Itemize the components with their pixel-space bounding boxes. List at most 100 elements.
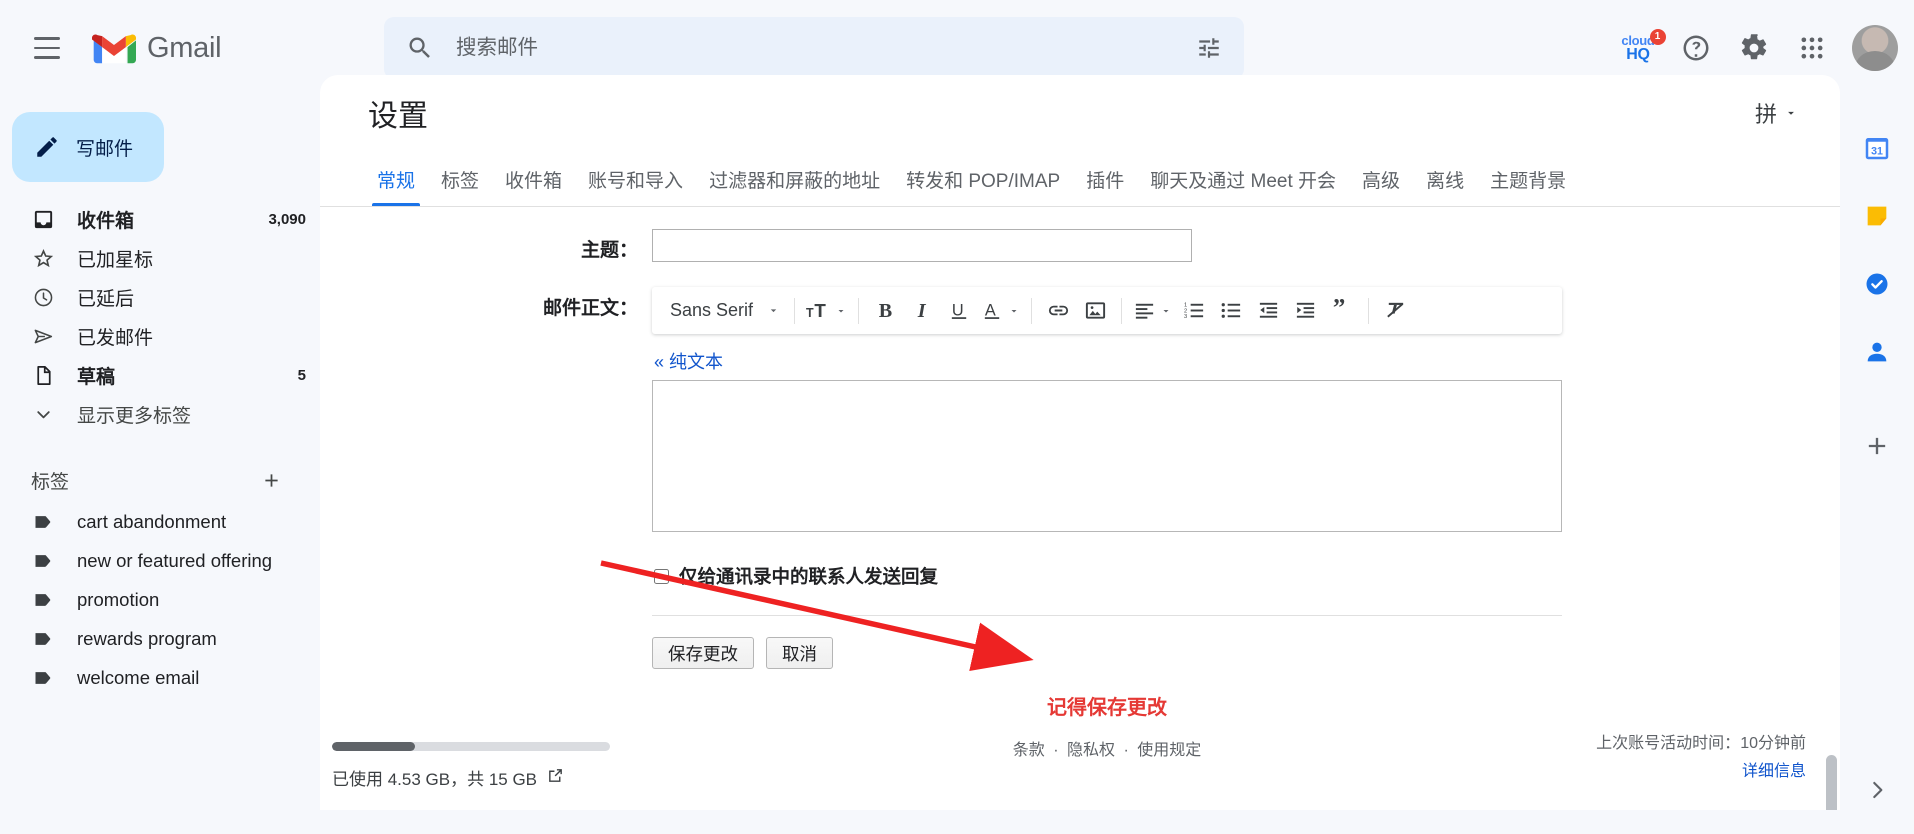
tab-general[interactable]: 常规 [364, 166, 428, 206]
rail-expand-button[interactable] [1855, 768, 1899, 812]
sidebar-item-drafts[interactable]: 草稿 5 [0, 356, 320, 395]
sidebar-label-item[interactable]: welcome email [0, 658, 320, 697]
sidebar-label-item[interactable]: promotion [0, 580, 320, 619]
compose-button[interactable]: 写邮件 [12, 112, 164, 182]
formatting-toolbar: Sans Serif T T B I U A 1 2 3 ” [652, 287, 1562, 334]
sidebar-item-inbox[interactable]: 收件箱 3,090 [0, 200, 320, 239]
cloudhq-button[interactable]: cloud HQ 1 [1611, 21, 1666, 75]
sidebar-item-starred[interactable]: 已加星标 [0, 239, 320, 278]
tab-forwarding-pop-imap[interactable]: 转发和 POP/IMAP [893, 166, 1073, 206]
italic-button[interactable]: I [904, 293, 940, 329]
sidebar-label-item[interactable]: new or featured offering [0, 541, 320, 580]
text-color-icon: A [984, 301, 1000, 319]
tab-labels[interactable]: 标签 [428, 166, 492, 206]
text-color-button[interactable]: A [978, 293, 1023, 329]
form-divider [652, 615, 1562, 616]
remove-formatting-button[interactable] [1377, 293, 1413, 329]
toolbar-divider [1368, 297, 1370, 324]
insert-image-button[interactable] [1077, 293, 1113, 329]
indent-less-button[interactable] [1250, 293, 1286, 329]
contacts-only-checkbox[interactable] [654, 568, 669, 584]
input-language-toggle[interactable]: 拼 [1747, 91, 1806, 135]
activity-details-link[interactable]: 详细信息 [1596, 758, 1806, 786]
sidebar-item-more-labels[interactable]: 显示更多标签 [0, 395, 320, 434]
help-button[interactable] [1669, 21, 1723, 75]
rail-add-button[interactable] [1855, 424, 1899, 468]
manage-storage-button[interactable] [547, 767, 564, 789]
message-body-label: 邮件正文： [542, 298, 638, 319]
contacts-only-label[interactable]: 仅给通讯录中的联系人发送回复 [679, 563, 938, 589]
policies-link[interactable]: 使用规定 [1137, 742, 1201, 759]
label-tag-icon [31, 588, 55, 612]
cancel-button[interactable]: 取消 [766, 637, 833, 669]
cloudhq-icon: cloud HQ 1 [1621, 28, 1666, 63]
plain-text-link[interactable]: « 纯文本 [654, 348, 723, 374]
tab-accounts-import[interactable]: 账号和导入 [575, 166, 696, 206]
message-body-row: 邮件正文： Sans Serif T T B I U A 1 2 3 ” « 纯… [320, 287, 1840, 760]
chevron-down-icon [838, 309, 844, 312]
tab-advanced[interactable]: 高级 [1349, 166, 1413, 206]
font-family-select[interactable]: Sans Serif [661, 293, 786, 329]
send-icon [31, 325, 55, 349]
tab-inbox[interactable]: 收件箱 [492, 166, 575, 206]
svg-text:U: U [951, 301, 963, 319]
rail-item-keep[interactable] [1855, 194, 1899, 238]
tab-addons[interactable]: 插件 [1073, 166, 1137, 206]
rail-item-contacts[interactable] [1855, 330, 1899, 374]
sidebar-item-label: 草稿 [77, 367, 116, 388]
settings-header: 设置 拼 [320, 75, 1840, 151]
subject-input[interactable] [652, 229, 1192, 262]
align-button[interactable] [1130, 293, 1175, 329]
search-options-button[interactable] [1186, 25, 1232, 71]
rail-item-tasks[interactable] [1855, 262, 1899, 306]
search-input[interactable] [456, 36, 1186, 60]
quote-button[interactable]: ” [1324, 293, 1360, 329]
storage-bar-fill [332, 742, 416, 751]
sidebar-item-snoozed[interactable]: 已延后 [0, 278, 320, 317]
inbox-icon [31, 208, 55, 232]
tab-chat-meet[interactable]: 聊天及通过 Meet 开会 [1137, 166, 1349, 206]
terms-link[interactable]: 条款 [1013, 742, 1045, 759]
avatar[interactable] [1852, 25, 1898, 71]
activity-label: 上次账号活动时间： [1596, 735, 1741, 752]
font-size-icon: T T [806, 300, 826, 321]
sidebar-item-label: 已加星标 [77, 250, 154, 271]
chevron-down-icon [770, 309, 777, 313]
settings-button[interactable] [1727, 21, 1781, 75]
gmail-logo-link[interactable]: Gmail [92, 31, 222, 65]
privacy-link[interactable]: 隐私权 [1067, 742, 1115, 759]
input-language-label: 拼 [1754, 102, 1777, 127]
numbered-list-icon: 123 [1184, 303, 1203, 320]
rich-text-editor: Sans Serif T T B I U A 1 2 3 ” « 纯文本 仅给通… [652, 287, 1562, 760]
gmail-logo-icon [92, 34, 136, 64]
bold-button[interactable]: B [867, 293, 903, 329]
add-label-button[interactable] [256, 465, 286, 495]
bulleted-list-button[interactable] [1213, 293, 1249, 329]
content-scrollbar-thumb[interactable] [1826, 755, 1837, 810]
message-body-input[interactable] [652, 380, 1562, 532]
activity-value: 10分钟前 [1740, 735, 1806, 752]
rail-item-calendar[interactable]: 31 [1855, 126, 1899, 170]
label-name: welcome email [77, 666, 200, 688]
sidebar-label-item[interactable]: rewards program [0, 619, 320, 658]
insert-link-button[interactable] [1040, 293, 1076, 329]
indent-more-button[interactable] [1287, 293, 1323, 329]
sidebar-nav: 收件箱 3,090 已加星标 已延后 已发邮件 草稿 5 显示更多标签 [0, 200, 320, 434]
bold-icon: B [878, 300, 891, 322]
numbered-list-button[interactable]: 123 [1176, 293, 1212, 329]
label-tag-icon [31, 666, 55, 690]
search-bar[interactable] [384, 17, 1244, 79]
underline-button[interactable]: U [941, 293, 977, 329]
hamburger-icon-bar [34, 37, 60, 40]
sidebar-item-label: 收件箱 [77, 211, 135, 232]
sidebar-label-item[interactable]: cart abandonment [0, 502, 320, 541]
save-changes-button[interactable]: 保存更改 [652, 637, 754, 669]
content-scrollbar-track[interactable] [1826, 275, 1837, 810]
main-menu-button[interactable] [18, 19, 76, 77]
font-size-button[interactable]: T T [803, 293, 850, 329]
sidebar-item-sent[interactable]: 已发邮件 [0, 317, 320, 356]
tab-themes[interactable]: 主题背景 [1477, 166, 1579, 206]
tab-offline[interactable]: 离线 [1413, 166, 1477, 206]
tab-filters-blocked[interactable]: 过滤器和屏蔽的地址 [696, 166, 893, 206]
apps-button[interactable] [1785, 21, 1839, 75]
